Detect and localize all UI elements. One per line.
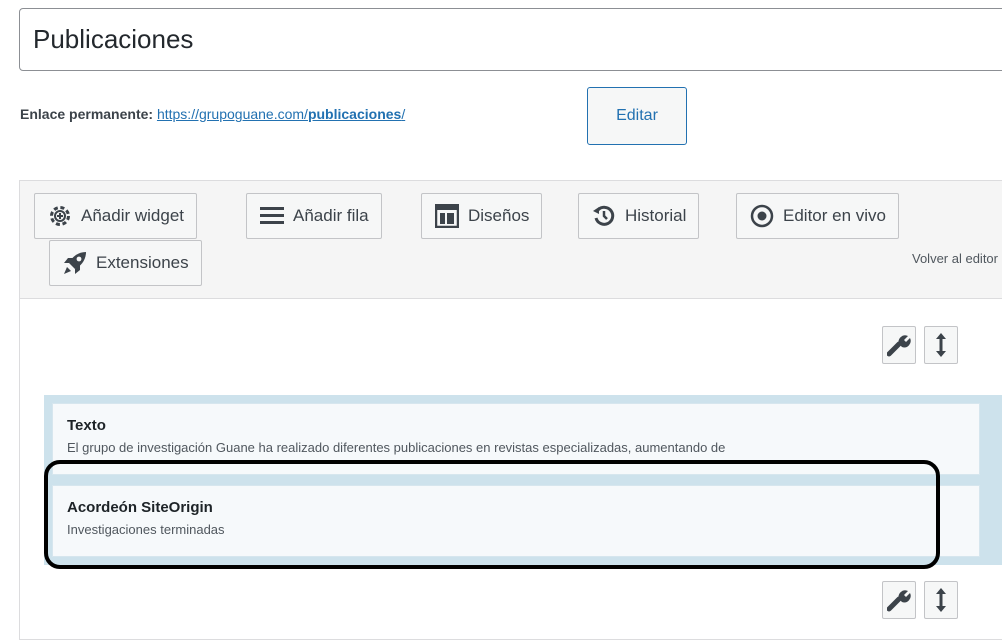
permalink-link[interactable]: https://grupoguane.com/publicaciones/ <box>157 106 405 122</box>
history-button[interactable]: Historial <box>578 193 700 239</box>
wrench-icon <box>887 333 911 357</box>
row-move-button[interactable] <box>924 581 958 619</box>
gear-icon <box>47 203 73 229</box>
permalink-slug: publicaciones <box>307 106 402 122</box>
add-widget-button[interactable]: Añadir widget <box>34 193 198 239</box>
row-settings-button[interactable] <box>882 581 916 619</box>
layouts-label: Diseños <box>468 206 530 225</box>
permalink: Enlace permanente: https://grupoguane.co… <box>20 106 405 122</box>
widget-title: Texto <box>67 417 106 434</box>
back-to-editor-link[interactable]: Volver al editor <box>912 251 998 266</box>
extensions-button[interactable]: Extensiones <box>49 240 202 286</box>
permalink-label: Enlace permanente: <box>20 106 154 122</box>
permalink-base: https://grupoguane.com/ <box>156 106 308 122</box>
post-title-input[interactable]: Publicaciones <box>19 8 1002 71</box>
live-editor-label: Editor en vivo <box>783 206 886 225</box>
add-row-label: Añadir fila <box>293 206 369 225</box>
add-row-button[interactable]: Añadir fila <box>246 193 382 239</box>
history-icon <box>591 203 617 229</box>
add-widget-label: Añadir widget <box>81 206 185 225</box>
row-actions-top <box>882 326 1002 366</box>
history-label: Historial <box>625 206 687 225</box>
rocket-icon <box>62 250 88 276</box>
move-icon <box>934 587 948 613</box>
live-editor-button[interactable]: Editor en vivo <box>736 193 899 239</box>
page-builder: Añadir widget Añadir fila Diseños Histor… <box>19 180 1002 640</box>
eye-icon <box>749 203 775 229</box>
hamburger-icon <box>259 203 285 229</box>
highlight-annotation <box>44 460 940 569</box>
row-move-button[interactable] <box>924 326 958 364</box>
row-settings-button[interactable] <box>882 326 916 364</box>
row-actions-bottom <box>882 581 1002 621</box>
layout-icon <box>434 203 460 229</box>
edit-permalink-button[interactable]: Editar <box>587 87 687 145</box>
layouts-button[interactable]: Diseños <box>421 193 543 239</box>
widget-description: El grupo de investigación Guane ha reali… <box>67 440 726 455</box>
wrench-icon <box>887 588 911 612</box>
move-icon <box>934 332 948 358</box>
permalink-trail: / <box>401 106 406 122</box>
builder-toolbar: Añadir widget Añadir fila Diseños Histor… <box>20 181 1002 299</box>
extensions-label: Extensiones <box>96 253 189 272</box>
